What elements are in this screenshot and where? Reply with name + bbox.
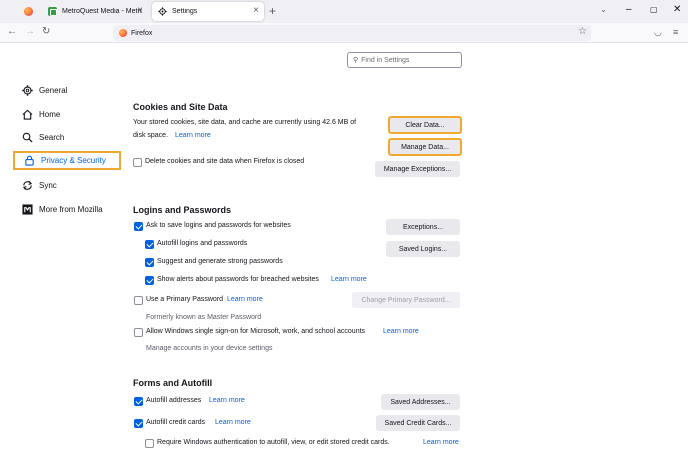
delete-cookies-label: Delete cookies and site data when Firefo… (145, 158, 305, 165)
forms-heading: Forms and Autofill (133, 378, 213, 388)
close-tab-icon[interactable]: × (253, 5, 259, 17)
forward-icon[interactable]: → (25, 26, 35, 38)
nav-bar: ← → ↻ Firefox ☆ ◡ ≡ (0, 23, 688, 43)
firefox-icon (119, 29, 127, 37)
autofill-logins-checkbox[interactable] (145, 240, 154, 249)
sidebar-item-sync[interactable]: Sync (22, 177, 57, 193)
sso-learn-more-link[interactable]: Learn more (383, 328, 419, 335)
sidebar-item-more-from-mozilla[interactable]: More from Mozilla (22, 201, 103, 217)
list-all-tabs-icon[interactable]: ⌄ (600, 5, 607, 14)
autofill-addresses-checkbox[interactable] (134, 397, 143, 406)
saved-addresses-button[interactable]: Saved Addresses... (381, 394, 460, 410)
cards-learn-more-link[interactable]: Learn more (215, 419, 251, 426)
sidebar-item-label: General (39, 85, 68, 95)
url-bar[interactable]: Firefox (113, 25, 591, 41)
breach-learn-more-link[interactable]: Learn more (331, 276, 367, 283)
sidebar-item-search[interactable]: Search (22, 129, 64, 145)
logins-heading: Logins and Passwords (133, 205, 232, 215)
lock-icon (25, 155, 34, 166)
manage-exceptions-button[interactable]: Manage Exceptions... (375, 161, 460, 177)
windows-sso-label: Allow Windows single sign-on for Microso… (146, 328, 366, 335)
tab-title: Settings (172, 8, 198, 15)
search-icon (22, 132, 33, 143)
windows-sso-checkbox[interactable] (134, 328, 143, 337)
breach-alerts-label: Show alerts about passwords for breached… (157, 276, 319, 283)
tab-settings[interactable]: Settings × (152, 2, 264, 21)
autofill-addresses-label: Autofill addresses (146, 397, 202, 404)
saved-credit-cards-button[interactable]: Saved Credit Cards... (376, 415, 460, 431)
change-primary-password-button[interactable]: Change Primary Password... (352, 292, 460, 308)
autofill-logins-label: Autofill logins and passwords (157, 240, 248, 247)
cookies-learn-more-link[interactable]: Learn more (175, 132, 211, 139)
minimize-icon[interactable]: – (626, 4, 632, 16)
auth-learn-more-link[interactable]: Learn more (423, 439, 459, 446)
tab-strip: MetroQuest Media - MetroQu × Settings × … (0, 0, 688, 23)
sidebar-item-label: More from Mozilla (39, 204, 103, 214)
cookies-heading: Cookies and Site Data (133, 102, 228, 112)
search-placeholder: Find in Settings (361, 56, 410, 64)
addresses-learn-more-link[interactable]: Learn more (209, 397, 245, 404)
manage-data-button[interactable]: Manage Data... (388, 138, 462, 156)
autofill-cards-checkbox[interactable] (134, 419, 143, 428)
search-input[interactable]: ⚲ Find in Settings (347, 52, 462, 68)
reload-icon[interactable]: ↻ (42, 26, 50, 38)
ask-to-save-checkbox[interactable] (134, 222, 143, 231)
sidebar-item-label: Sync (39, 180, 57, 190)
mozilla-icon (22, 203, 33, 215)
sidebar-item-label: Home (39, 109, 61, 119)
close-tab-icon[interactable]: × (137, 5, 143, 17)
exceptions-button[interactable]: Exceptions... (386, 219, 460, 235)
url-identity: Firefox (131, 29, 153, 37)
clear-data-button[interactable]: Clear Data... (388, 116, 462, 134)
require-windows-auth-label: Require Windows authentication to autofi… (157, 439, 390, 446)
menu-icon[interactable]: ≡ (673, 26, 678, 38)
breach-alerts-checkbox[interactable] (145, 276, 154, 285)
cookies-description-cont: disk space. (133, 132, 169, 139)
new-tab-icon[interactable]: + (269, 4, 276, 18)
back-icon[interactable]: ← (7, 26, 17, 38)
suggest-passwords-checkbox[interactable] (145, 258, 154, 267)
sync-icon (22, 180, 33, 190)
primary-password-checkbox[interactable] (134, 296, 143, 305)
firefox-icon (24, 7, 33, 16)
close-window-icon[interactable]: ✕ (673, 4, 681, 16)
tab-title: MetroQuest Media - MetroQu (62, 8, 142, 15)
gear-icon (22, 84, 33, 96)
primary-learn-more-link[interactable]: Learn more (227, 296, 263, 303)
bookmark-star-icon[interactable]: ☆ (578, 26, 587, 38)
search-icon: ⚲ (353, 57, 359, 64)
pocket-icon[interactable]: ◡ (654, 26, 662, 38)
autofill-cards-label: Autofill credit cards (146, 419, 206, 426)
primary-password-label: Use a Primary Password (146, 296, 224, 303)
sidebar-item-label: Search (39, 132, 65, 142)
formerly-master-password-note: Formerly known as Master Password (146, 314, 262, 321)
sidebar-item-label: Privacy & Security (41, 156, 106, 165)
cookies-description: Your stored cookies, site data, and cach… (133, 119, 357, 126)
metroquest-icon (48, 7, 57, 16)
manage-accounts-note: Manage accounts in your device settings (146, 345, 273, 352)
home-icon (22, 109, 33, 120)
sidebar-item-home[interactable]: Home (22, 106, 60, 122)
delete-cookies-checkbox[interactable] (133, 158, 142, 167)
gear-icon (158, 7, 167, 16)
require-windows-auth-checkbox[interactable] (145, 439, 154, 448)
sidebar-item-privacy-security[interactable]: Privacy & Security (13, 151, 121, 170)
suggest-passwords-label: Suggest and generate strong passwords (157, 258, 283, 265)
sidebar-item-general[interactable]: General (22, 82, 67, 98)
tab-metroquest[interactable]: MetroQuest Media - MetroQu × (42, 2, 148, 21)
maximize-icon[interactable]: ▢ (650, 4, 658, 16)
ask-to-save-label: Ask to save logins and passwords for web… (146, 222, 291, 229)
tab-firefox[interactable] (18, 2, 40, 21)
saved-logins-button[interactable]: Saved Logins... (386, 241, 460, 257)
